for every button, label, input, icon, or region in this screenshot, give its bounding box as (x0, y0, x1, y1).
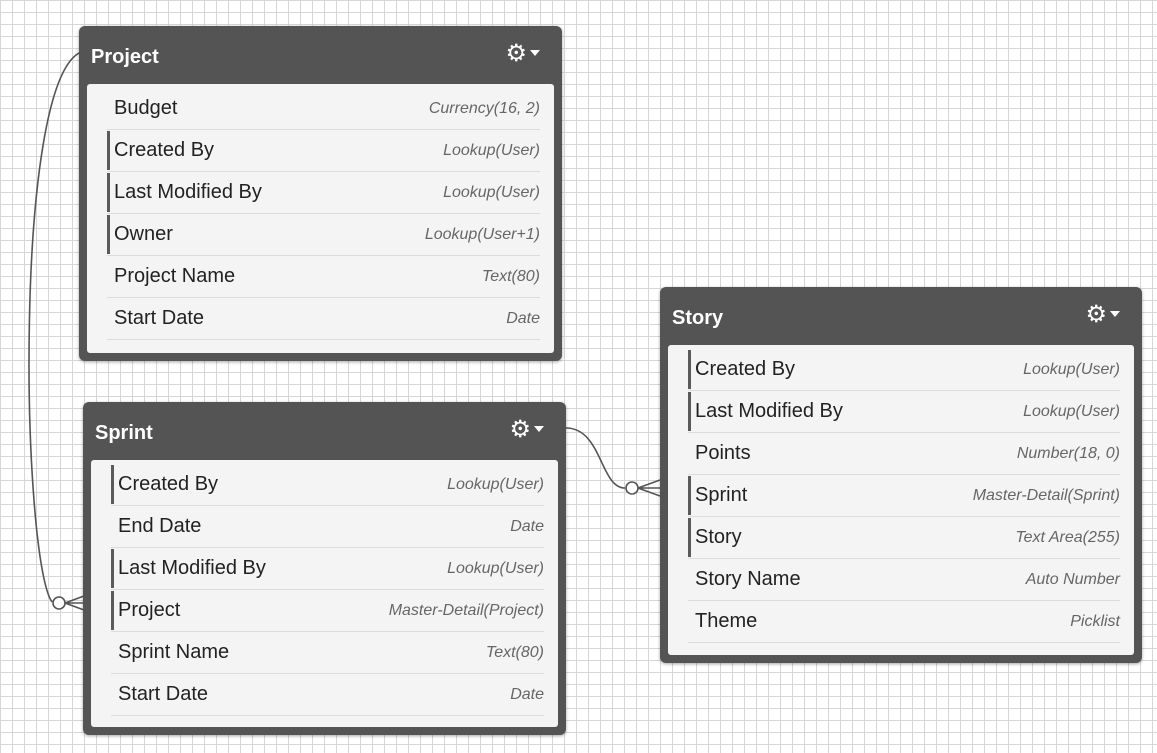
field-name: Project (118, 599, 181, 621)
field-name: Start Date (114, 307, 205, 329)
field-name: Budget (114, 97, 178, 119)
field-type: Lookup(User+1) (424, 225, 540, 243)
field-type: Lookup(User) (1023, 360, 1120, 378)
field-row[interactable]: Start Date Date (111, 674, 544, 716)
field-row[interactable]: Story Name Auto Number (688, 559, 1120, 601)
sprint-story-crows-foot (637, 479, 661, 497)
field-type: Master-Detail(Project) (388, 601, 544, 619)
project-sprint-connector (28, 51, 82, 603)
field-row[interactable]: Last Modified By Lookup(User) (688, 391, 1120, 433)
field-name: Owner (114, 223, 173, 245)
field-type: Date (510, 685, 544, 703)
field-row[interactable]: Points Number(18, 0) (688, 433, 1120, 475)
chevron-down-icon (530, 50, 540, 56)
field-row[interactable]: Last Modified By Lookup(User) (111, 548, 544, 590)
field-list: Created By Lookup(User) Last Modified By Lo… (668, 345, 1134, 655)
field-type: Auto Number (1025, 570, 1120, 588)
field-row[interactable]: Owner Lookup(User+1) (107, 214, 540, 256)
field-name: End Date (118, 515, 202, 537)
object-sprint: Sprint ⚙ Created By Lookup(User) End Date D… (83, 402, 566, 735)
field-list: Budget Currency(16, 2) Created By Lookup(Us… (87, 84, 554, 353)
field-type: Picklist (1070, 612, 1120, 630)
object-title: Story (672, 307, 724, 329)
field-type: Master-Detail(Sprint) (972, 486, 1120, 504)
field-type: Text Area(255) (1015, 528, 1120, 546)
field-type: Date (506, 309, 540, 327)
field-name: Created By (695, 358, 796, 380)
field-name: Story (695, 526, 742, 548)
field-name: Last Modified By (695, 400, 843, 422)
gear-icon: ⚙ (505, 39, 527, 67)
field-name: Points (695, 442, 751, 464)
field-type: Lookup(User) (443, 183, 540, 201)
field-name: Theme (695, 610, 758, 632)
field-name: Story Name (695, 568, 801, 590)
field-row[interactable]: Budget Currency(16, 2) (107, 88, 540, 130)
field-name: Sprint Name (118, 641, 230, 663)
field-row[interactable]: Sprint Name Text(80) (111, 632, 544, 674)
field-type: Lookup(User) (443, 141, 540, 159)
field-row[interactable]: Theme Picklist (688, 601, 1120, 643)
field-name: Last Modified By (114, 181, 262, 203)
field-name: Sprint (695, 484, 748, 506)
chevron-down-icon (534, 426, 544, 432)
object-story: Story ⚙ Created By Lookup(User) Last Modif… (660, 287, 1142, 663)
object-header: Sprint ⚙ (83, 402, 566, 460)
field-row[interactable]: Project Master-Detail(Project) (111, 590, 544, 632)
object-title: Sprint (95, 422, 153, 444)
field-name: Start Date (118, 683, 209, 705)
object-header: Story ⚙ (660, 287, 1142, 345)
field-name: Created By (118, 473, 219, 495)
field-type: Text(80) (481, 267, 540, 285)
field-row[interactable]: End Date Date (111, 506, 544, 548)
project-sprint-crows-foot (64, 595, 85, 611)
field-row[interactable]: Project Name Text(80) (107, 256, 540, 298)
field-row[interactable]: Start Date Date (107, 298, 540, 340)
object-title: Project (91, 46, 159, 68)
object-menu-button[interactable]: ⚙ (505, 41, 540, 65)
field-type: Number(18, 0) (1016, 444, 1120, 462)
field-type: Lookup(User) (1023, 402, 1120, 420)
sprint-story-connector (565, 427, 626, 489)
field-row[interactable]: Last Modified By Lookup(User) (107, 172, 540, 214)
sprint-story-end-circle (625, 481, 639, 495)
field-type: Currency(16, 2) (428, 99, 540, 117)
field-type: Lookup(User) (447, 559, 544, 577)
gear-icon: ⚙ (1085, 300, 1107, 328)
object-menu-button[interactable]: ⚙ (1085, 302, 1120, 326)
gear-icon: ⚙ (509, 415, 531, 443)
field-row[interactable]: Story Text Area(255) (688, 517, 1120, 559)
object-menu-button[interactable]: ⚙ (509, 417, 544, 441)
field-row[interactable]: Created By Lookup(User) (688, 349, 1120, 391)
field-row[interactable]: Sprint Master-Detail(Sprint) (688, 475, 1120, 517)
field-type: Text(80) (485, 643, 544, 661)
field-row[interactable]: Created By Lookup(User) (111, 464, 544, 506)
object-header: Project ⚙ (79, 26, 562, 84)
field-row[interactable]: Created By Lookup(User) (107, 130, 540, 172)
field-name: Last Modified By (118, 557, 266, 579)
field-name: Project Name (114, 265, 236, 287)
project-sprint-end-circle (52, 596, 66, 610)
chevron-down-icon (1110, 311, 1120, 317)
field-type: Date (510, 517, 544, 535)
field-name: Created By (114, 139, 215, 161)
field-type: Lookup(User) (447, 475, 544, 493)
object-project: Project ⚙ Budget Currency(16, 2) Created B… (79, 26, 562, 361)
field-list: Created By Lookup(User) End Date Date Last M… (91, 460, 558, 727)
